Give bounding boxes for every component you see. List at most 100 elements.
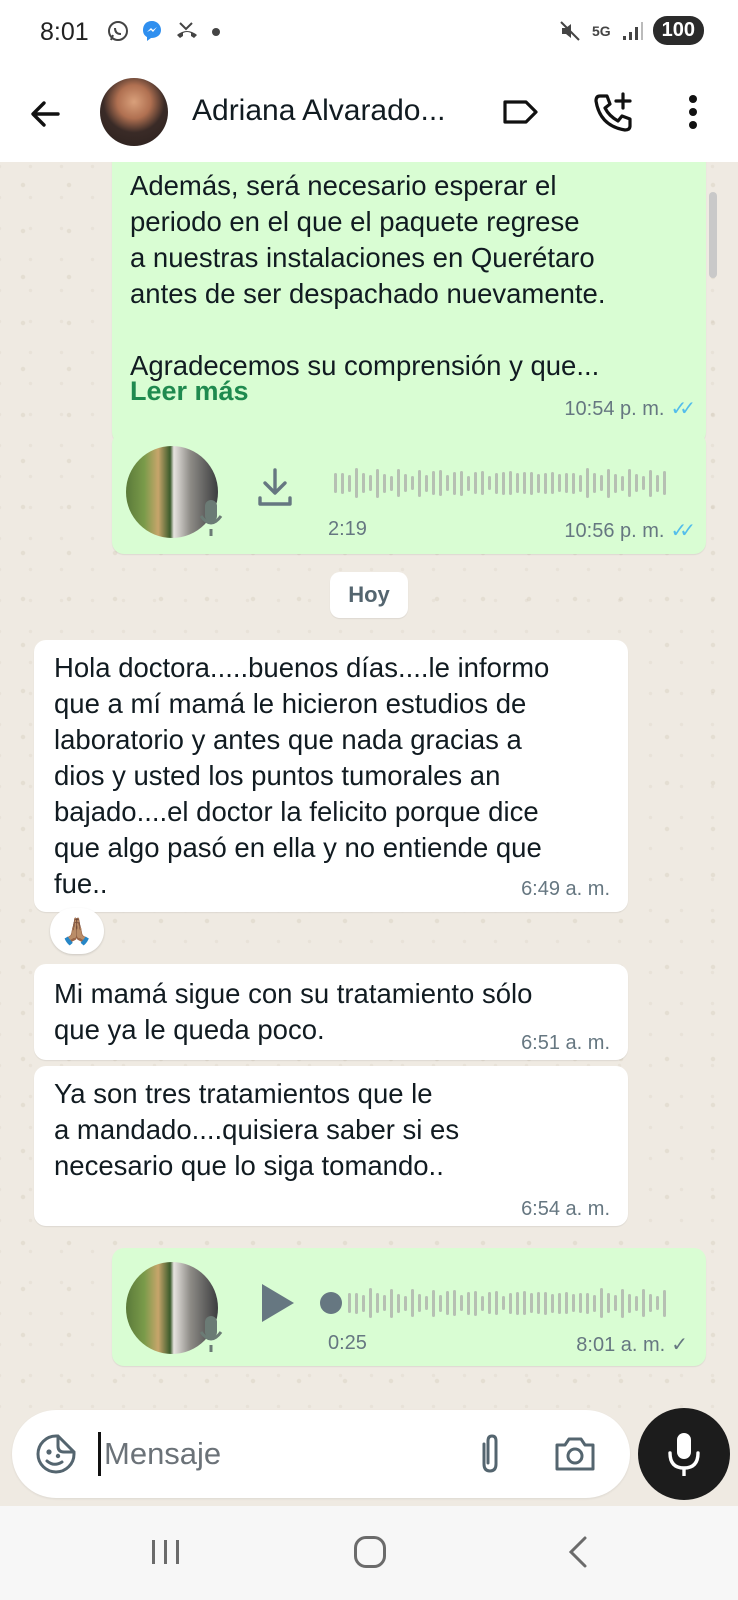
waveform-bar xyxy=(565,1292,568,1314)
audio-duration: 2:19 xyxy=(328,518,367,540)
audio-waveform[interactable] xyxy=(348,1286,674,1320)
mic-icon xyxy=(199,500,223,536)
attach-icon xyxy=(482,1434,498,1473)
waveform-bar xyxy=(586,468,589,498)
missed-call-icon xyxy=(176,22,197,39)
signal-icon xyxy=(622,21,643,40)
message-bubble[interactable]: Mi mamá sigue con su tratamiento sólo qu… xyxy=(34,964,628,1060)
waveform-bar xyxy=(432,1289,435,1317)
waveform-bar xyxy=(446,1291,449,1315)
date-chip: Hoy xyxy=(330,572,408,618)
message-time: 10:56 p. m. xyxy=(564,520,665,542)
sent-tick-icon: ✓ xyxy=(671,1334,688,1356)
waveform-bar xyxy=(600,1288,603,1318)
contact-avatar[interactable] xyxy=(100,78,168,146)
back-arrow-icon xyxy=(31,101,60,127)
waveform-bar xyxy=(572,472,575,494)
messenger-icon xyxy=(142,21,161,42)
waveform-bar xyxy=(530,471,533,495)
audio-message[interactable]: 0:25 8:01 a. m. ✓ xyxy=(112,1248,706,1366)
back-button[interactable] xyxy=(28,92,68,136)
waveform-bar xyxy=(411,476,414,490)
waveform-bar xyxy=(586,1292,589,1314)
sticker-button[interactable] xyxy=(34,1432,78,1476)
message-bubble[interactable]: Hola doctora.....buenos días....le infor… xyxy=(34,640,628,912)
label-button[interactable] xyxy=(500,92,540,132)
contact-name[interactable]: Adriana Alvarado... xyxy=(192,94,446,128)
home-icon[interactable] xyxy=(354,1536,386,1568)
waveform-bar xyxy=(579,474,582,492)
audio-duration: 0:25 xyxy=(328,1332,367,1354)
waveform-bar xyxy=(516,1291,519,1315)
waveform-bar xyxy=(404,1295,407,1311)
read-more-link[interactable]: Leer más xyxy=(130,376,249,407)
message-reaction[interactable]: 🙏🏽 xyxy=(50,908,104,954)
waveform-bar xyxy=(439,470,442,496)
waveform-bar xyxy=(488,476,491,490)
message-text: Ya son tres tratamientos que le a mandad… xyxy=(54,1078,460,1181)
waveform-bar xyxy=(362,473,365,493)
message-bubble[interactable]: Ya son tres tratamientos que le a mandad… xyxy=(34,1066,628,1226)
waveform-bar xyxy=(537,1292,540,1314)
message-composer xyxy=(12,1410,630,1498)
read-receipt-icon: ✓✓ xyxy=(670,398,695,420)
waveform-bar xyxy=(635,1295,638,1311)
waveform-bar xyxy=(614,473,617,493)
waveform-bar xyxy=(551,1293,554,1313)
notification-icons xyxy=(106,19,221,43)
more-vert-icon xyxy=(689,95,697,129)
message-meta: 10:56 p. m. ✓✓ xyxy=(564,518,695,543)
scrollbar[interactable] xyxy=(709,192,717,278)
waveform-bar xyxy=(390,1288,393,1318)
waveform-bar xyxy=(418,1294,421,1312)
waveform-bar xyxy=(348,474,351,492)
waveform-bar xyxy=(628,1293,631,1313)
waveform-bar xyxy=(607,468,610,498)
waveform-bar xyxy=(383,1295,386,1311)
waveform-bar xyxy=(446,475,449,491)
waveform-bar xyxy=(649,469,652,497)
status-time: 8:01 xyxy=(40,18,89,46)
waveform-bar xyxy=(495,1291,498,1315)
waveform-bar xyxy=(600,475,603,491)
waveform-bar xyxy=(649,1294,652,1312)
waveform-bar xyxy=(558,1292,561,1314)
waveform-bar xyxy=(481,471,484,495)
download-button[interactable] xyxy=(252,464,298,510)
waveform-bar xyxy=(474,472,477,494)
message-bubble[interactable]: Además, será necesario esperar el period… xyxy=(112,162,706,444)
audio-message[interactable]: 2:19 10:56 p. m. ✓✓ xyxy=(112,432,706,554)
voice-record-button[interactable] xyxy=(638,1408,730,1500)
audio-scrubber[interactable] xyxy=(320,1292,342,1314)
play-button[interactable] xyxy=(256,1280,298,1326)
more-options-button[interactable] xyxy=(678,90,708,134)
waveform-bar xyxy=(488,1292,491,1314)
add-call-button[interactable] xyxy=(592,90,636,134)
waveform-bar xyxy=(663,1289,666,1317)
waveform-bar xyxy=(642,476,645,490)
waveform-bar xyxy=(516,473,519,493)
waveform-bar xyxy=(355,1292,358,1314)
nav-back-icon[interactable] xyxy=(565,1534,591,1570)
waveform-bar xyxy=(439,1294,442,1312)
waveform-bar xyxy=(502,471,505,495)
camera-button[interactable] xyxy=(552,1432,598,1476)
waveform-bar xyxy=(369,1288,372,1318)
mic-icon xyxy=(668,1433,700,1476)
waveform-bar xyxy=(523,472,526,494)
sticker-icon xyxy=(36,1434,76,1474)
waveform-bar xyxy=(425,1296,428,1310)
waveform-bar xyxy=(593,1294,596,1312)
waveform-bar xyxy=(523,1291,526,1315)
message-input[interactable] xyxy=(102,1430,446,1478)
audio-waveform[interactable] xyxy=(334,466,674,500)
chat-area[interactable]: Además, será necesario esperar el period… xyxy=(0,162,738,1408)
attach-button[interactable] xyxy=(472,1432,508,1476)
message-meta: 10:54 p. m. ✓✓ xyxy=(564,396,695,421)
message-time: 6:54 a. m. xyxy=(521,1198,610,1220)
battery-indicator: 100 xyxy=(652,16,704,45)
waveform-bar xyxy=(656,1296,659,1310)
recents-icon[interactable] xyxy=(150,1538,182,1566)
waveform-bar xyxy=(509,471,512,495)
waveform-bar xyxy=(537,473,540,493)
